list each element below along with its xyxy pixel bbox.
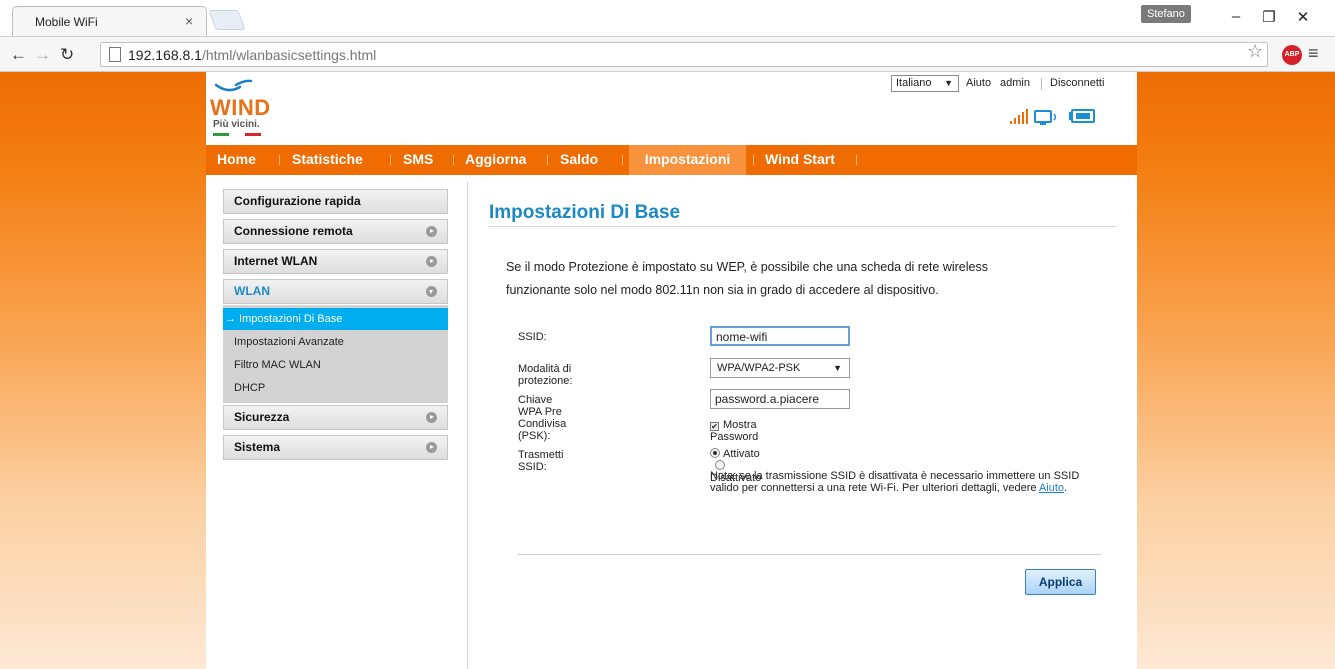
- sidebar-item-internet-wlan[interactable]: Internet WLAN: [223, 249, 448, 274]
- user-link[interactable]: admin: [1000, 77, 1030, 89]
- status-icons-svg: [1010, 109, 1095, 125]
- sidebar-item-impostazioni-di-base[interactable]: → Impostazioni Di Base: [223, 308, 448, 330]
- security-mode-label: Modalità di protezione:: [518, 363, 573, 387]
- content-divider: [467, 182, 468, 669]
- sidebar-item-sistema[interactable]: Sistema: [223, 435, 448, 460]
- main-navigation: Home Statistiche SMS Aggiorna Saldo Impo…: [206, 145, 1137, 175]
- tab-close-icon[interactable]: ×: [185, 13, 193, 29]
- help-link[interactable]: Aiuto: [966, 77, 991, 89]
- nav-separator: [279, 155, 280, 165]
- back-icon[interactable]: ←: [10, 45, 27, 65]
- url-text: 192.168.8.1/html/wlanbasicsettings.html: [128, 47, 377, 63]
- language-select[interactable]: Italiano ▼: [891, 75, 959, 92]
- wind-logo: WIND Più vicini.: [210, 78, 310, 138]
- nav-wind-start[interactable]: Wind Start: [759, 145, 841, 175]
- psk-label: Chiave WPA Pre Condivisa (PSK):: [518, 394, 567, 442]
- wlan-submenu: → Impostazioni Di Base Impostazioni Avan…: [223, 305, 448, 403]
- broadcast-on-radio[interactable]: [710, 448, 720, 458]
- bookmark-star-icon[interactable]: ☆: [1247, 41, 1263, 62]
- show-password-checkbox[interactable]: ✔: [710, 422, 719, 431]
- adblock-icon[interactable]: ABP: [1282, 45, 1302, 65]
- brand-name: WIND: [210, 95, 271, 120]
- nav-separator: [390, 155, 391, 165]
- sidebar-item-sicurezza[interactable]: Sicurezza: [223, 405, 448, 430]
- ssid-input[interactable]: nome-wifi: [710, 326, 850, 346]
- nav-separator: [453, 155, 454, 165]
- minimize-icon[interactable]: –: [1226, 8, 1246, 25]
- info-text: Se il modo Protezione è impostato su WEP…: [506, 260, 988, 297]
- sidebar-item-connessione-remota[interactable]: Connessione remota: [223, 219, 448, 244]
- browser-tab[interactable]: Mobile WiFi ×: [12, 6, 207, 36]
- ssid-label: SSID:: [518, 331, 547, 343]
- psk-input[interactable]: password.a.piacere: [710, 389, 850, 409]
- browser-tabstrip: Mobile WiFi × Stefano – ❐ ✕: [0, 0, 1335, 36]
- restore-icon[interactable]: ❐: [1259, 8, 1279, 26]
- broadcast-ssid-label: Trasmetti SSID:: [518, 449, 564, 473]
- chevron-down-icon: ▼: [944, 78, 953, 88]
- chevron-down-icon: ▼: [833, 363, 842, 373]
- chevron-right-icon: [426, 256, 437, 267]
- chevron-right-icon: [426, 226, 437, 237]
- wifi-clients-icon: [1034, 110, 1057, 125]
- address-bar[interactable]: 192.168.8.1/html/wlanbasicsettings.html: [100, 42, 1268, 67]
- nav-sms[interactable]: SMS: [397, 145, 439, 175]
- browser-toolbar: ← → ↻ 192.168.8.1/html/wlanbasicsettings…: [0, 36, 1335, 72]
- sidebar-item-wlan[interactable]: WLAN: [223, 279, 448, 304]
- page-title: Impostazioni Di Base: [489, 202, 681, 223]
- form-divider: [518, 554, 1101, 555]
- logout-link[interactable]: Disconnetti: [1050, 77, 1104, 89]
- sidebar-item-filtro-mac[interactable]: Filtro MAC WLAN: [223, 354, 448, 376]
- broadcast-note: Nota: se la trasmissione SSID è disattiv…: [710, 470, 1080, 494]
- nav-separator: [622, 155, 623, 165]
- chevron-right-icon: [426, 442, 437, 453]
- security-mode-select[interactable]: WPA/WPA2-PSK ▼: [710, 358, 850, 378]
- brand-tagline: Più vicini.: [213, 119, 260, 130]
- nav-separator: [547, 155, 548, 165]
- router-panel: WIND Più vicini. Italiano ▼ Aiuto admin …: [206, 72, 1137, 669]
- sidebar-item-dhcp[interactable]: DHCP: [223, 377, 448, 399]
- nav-aggiorna[interactable]: Aggiorna: [459, 145, 532, 175]
- close-window-icon[interactable]: ✕: [1293, 8, 1313, 26]
- status-icons: [1010, 108, 1122, 126]
- nav-home[interactable]: Home: [211, 145, 262, 175]
- apply-button[interactable]: Applica: [1025, 569, 1096, 595]
- profile-badge[interactable]: Stefano: [1141, 5, 1191, 23]
- page-icon: [109, 47, 121, 62]
- help-note-link[interactable]: Aiuto: [1039, 482, 1064, 494]
- title-divider: [489, 226, 1117, 227]
- browser-menu-icon[interactable]: ≡: [1308, 43, 1319, 64]
- tab-title: Mobile WiFi: [35, 15, 98, 29]
- forward-icon[interactable]: →: [34, 45, 51, 65]
- show-password-row[interactable]: ✔ Mostra Password: [710, 419, 758, 443]
- nav-saldo[interactable]: Saldo: [554, 145, 604, 175]
- wind-logo-swoosh-icon: [214, 79, 253, 92]
- nav-separator: [753, 155, 754, 165]
- sidebar-item-configurazione-rapida[interactable]: Configurazione rapida: [223, 189, 448, 214]
- nav-statistiche[interactable]: Statistiche: [286, 145, 369, 175]
- nav-impostazioni[interactable]: Impostazioni: [629, 145, 746, 175]
- italian-flag-stripe: [213, 133, 261, 136]
- reload-icon[interactable]: ↻: [60, 45, 74, 65]
- sidebar-item-impostazioni-avanzate[interactable]: Impostazioni Avanzate: [223, 331, 448, 353]
- broadcast-off-radio[interactable]: [715, 460, 725, 470]
- new-tab-button[interactable]: [208, 10, 246, 30]
- chevron-down-icon: [426, 286, 437, 297]
- page-viewport: WIND Più vicini. Italiano ▼ Aiuto admin …: [0, 72, 1335, 669]
- link-separator: [1041, 78, 1042, 90]
- nav-separator: [856, 155, 857, 165]
- signal-strength-icon: [1010, 109, 1028, 124]
- chevron-right-icon: [426, 412, 437, 423]
- battery-icon: [1069, 109, 1095, 123]
